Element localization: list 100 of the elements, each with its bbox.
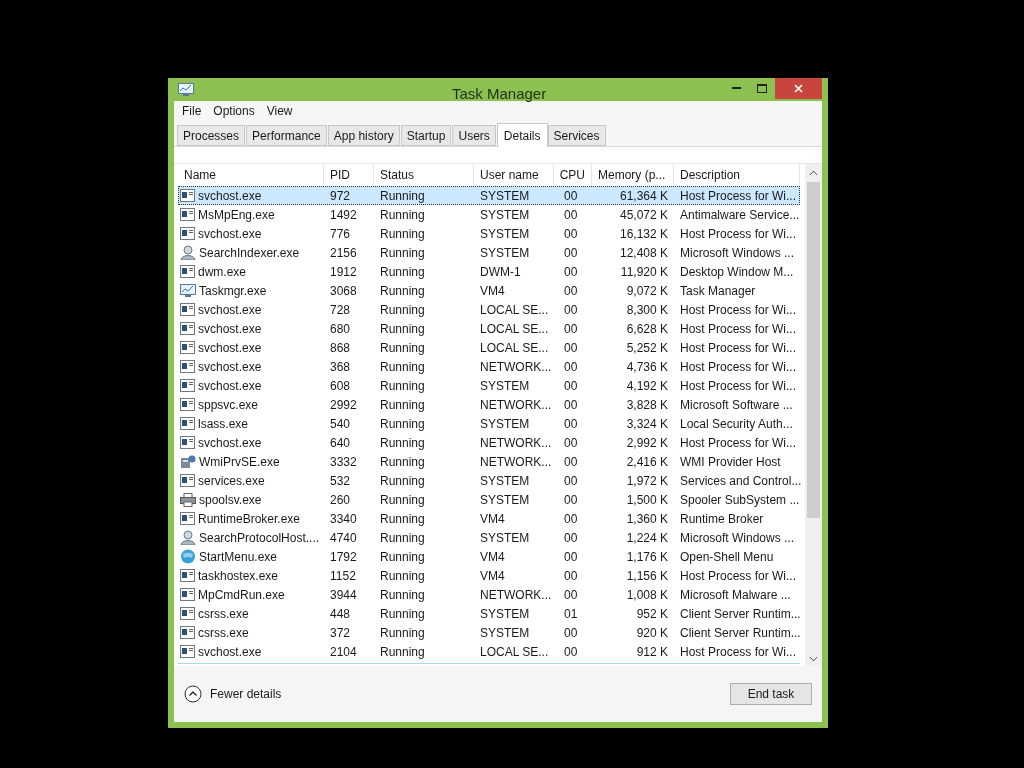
process-row[interactable]: StartMenu.exe 1792 Running VM4 00 1,176 K Open-Shell Menu [178,547,800,566]
table-cell: 2992 [330,397,357,412]
window-icon [180,417,195,430]
process-row[interactable]: lsass.exe 540 Running SYSTEM 00 3,324 K Local Security Auth... [178,414,800,433]
table-cell: 3068 [330,283,357,298]
tab[interactable]: Startup [400,125,452,146]
table-cell: Task Manager [680,283,756,298]
table-cell: 00 [564,625,578,640]
table-cell-text: 3,828 K [626,396,668,414]
tab[interactable]: Services [547,125,606,146]
process-row[interactable]: sppsvc.exe 2992 Running NETWORK... 00 3,828 K Microsoft Software ... [178,395,800,414]
table-cell: SYSTEM [480,188,530,203]
process-row[interactable]: svchost.exe 608 Running SYSTEM 00 4,192 K Host Process for Wi... [178,376,800,395]
process-row[interactable]: svchost.exe 368 Running NETWORK... 00 4,736 K Host Process for Wi... [178,357,800,376]
process-row[interactable]: services.exe 532 Running SYSTEM 00 1,972 K Services and Control... [178,471,800,490]
end-task-button[interactable]: End task [730,683,812,705]
table-cell: Running [380,397,425,412]
table-cell: 00 [564,473,578,488]
person-icon [180,530,196,545]
table-cell: Running [380,568,425,583]
table-cell: SYSTEM [480,473,530,488]
process-row[interactable]: csrss.exe 372 Running SYSTEM 00 920 K Client Server Runtim... [178,623,800,642]
table-cell: DWM-1 [480,264,521,279]
table-cell: Running [380,625,425,640]
window-icon [180,379,195,392]
process-row[interactable]: WmiPrvSE.exe 3332 Running NETWORK... 00 2,416 K WMI Provider Host [178,452,800,471]
table-cell: 972 [330,188,351,203]
collapse-icon[interactable] [184,685,202,703]
fewer-details-link[interactable]: Fewer details [210,685,282,703]
table-cell-text: 6,628 K [626,320,668,338]
table-cell: 776 [330,226,351,241]
process-row[interactable]: dwm.exe 1912 Running DWM-1 00 11,920 K Desktop Window M... [178,262,800,281]
process-row[interactable]: svchost.exe 2104 Running LOCAL SE... 00 912 K Host Process for Wi... [178,642,800,661]
menu-item[interactable]: View [266,102,293,120]
table-cell: Services and Control... [680,473,802,488]
tab[interactable]: Users [452,125,496,146]
scroll-thumb[interactable] [807,182,820,518]
process-row[interactable]: MpCmdRun.exe 3944 Running NETWORK... 00 1,008 K Microsoft Malware ... [178,585,800,604]
menu-item[interactable]: File [182,102,202,120]
table-cell-text: 45,072 K [619,206,668,224]
table-cell-text: MpCmdRun.exe [198,586,285,604]
table-cell: Running [380,511,425,526]
table-cell: Running [380,473,425,488]
tab[interactable]: Performance [246,125,327,146]
table-cell: 3340 [330,511,357,526]
table-cell: 01 [564,606,578,621]
process-row[interactable]: svchost.exe 728 Running LOCAL SE... 00 8,300 K Host Process for Wi... [178,300,800,319]
table-cell-text: sppsvc.exe [198,396,259,414]
table-cell: 00 [564,226,578,241]
table-cell: Host Process for Wi... [680,188,797,203]
table-cell: VM4 [480,283,505,298]
process-row[interactable]: spoolsv.exe 260 Running SYSTEM 00 1,500 K Spooler SubSystem ... [178,490,800,509]
table-cell: Running [380,302,425,317]
table-cell-text: 8,300 K [626,301,668,319]
table-cell: Running [380,321,425,336]
process-row[interactable]: svchost.exe 776 Running SYSTEM 00 16,132 K Host Process for Wi... [178,224,800,243]
table-cell: 372 [330,625,351,640]
table-cell: Running [380,644,425,659]
table-cell: NETWORK... [480,454,552,469]
table-cell: Running [380,492,425,507]
table-cell: Host Process for Wi... [680,359,797,374]
tab[interactable]: Processes [177,125,246,146]
tab[interactable]: Details [496,123,548,147]
table-cell: Runtime Broker [680,511,764,526]
table-cell-text: spoolsv.exe [199,491,262,509]
table-cell: WMI Provider Host [680,454,781,469]
table-cell: 00 [564,245,578,260]
scrollbar[interactable] [805,164,822,666]
table-cell: Running [380,359,425,374]
table-cell: 540 [330,416,351,431]
table-cell-text: 3,324 K [626,415,668,433]
table-cell: NETWORK... [480,359,552,374]
process-row[interactable]: Taskmgr.exe 3068 Running VM4 00 9,072 K Task Manager [178,281,800,300]
table-cell: 448 [330,606,351,621]
process-row[interactable]: SearchProtocolHost.... 4740 Running SYSTEM 00 1,224 K Microsoft Windows ... [178,528,800,547]
tab[interactable]: App history [327,125,400,146]
table-cell: 00 [564,264,578,279]
table-cell: 00 [564,530,578,545]
process-row[interactable]: svchost.exe 680 Running LOCAL SE... 00 6,628 K Host Process for Wi... [178,319,800,338]
process-row[interactable]: RuntimeBroker.exe 3340 Running VM4 00 1,360 K Runtime Broker [178,509,800,528]
window-icon [180,360,195,373]
minimize-icon [731,87,741,89]
process-row[interactable]: csrss.exe 448 Running SYSTEM 01 952 K Client Server Runtim... [178,604,800,623]
process-row[interactable]: svchost.exe 640 Running NETWORK... 00 2,992 K Host Process for Wi... [178,433,800,452]
table-cell: VM4 [480,511,505,526]
table-cell-text: svchost.exe [198,301,262,319]
process-row[interactable]: svchost.exe 972 Running SYSTEM 00 61,364 K Host Process for Wi... [178,186,800,205]
process-row[interactable]: MsMpEng.exe 1492 Running SYSTEM 00 45,072 K Antimalware Service... [178,205,800,224]
table-cell-text: StartMenu.exe [199,548,278,566]
process-row[interactable]: SearchIndexer.exe 2156 Running SYSTEM 00 12,408 K Microsoft Windows ... [178,243,800,262]
window-icon [180,189,195,202]
table-cell-text: 952 K [636,605,668,623]
process-row[interactable]: svchost.exe 868 Running LOCAL SE... 00 5,252 K Host Process for Wi... [178,338,800,357]
process-row[interactable]: taskhostex.exe 1152 Running VM4 00 1,156 K Host Process for Wi... [178,566,800,585]
window-icon [180,588,195,601]
menu-item[interactable]: Options [213,102,255,120]
window-icon [180,322,195,335]
table-cell: Spooler SubSystem ... [680,492,800,507]
table-cell: Running [380,435,425,450]
table-cell-text: services.exe [198,472,265,490]
